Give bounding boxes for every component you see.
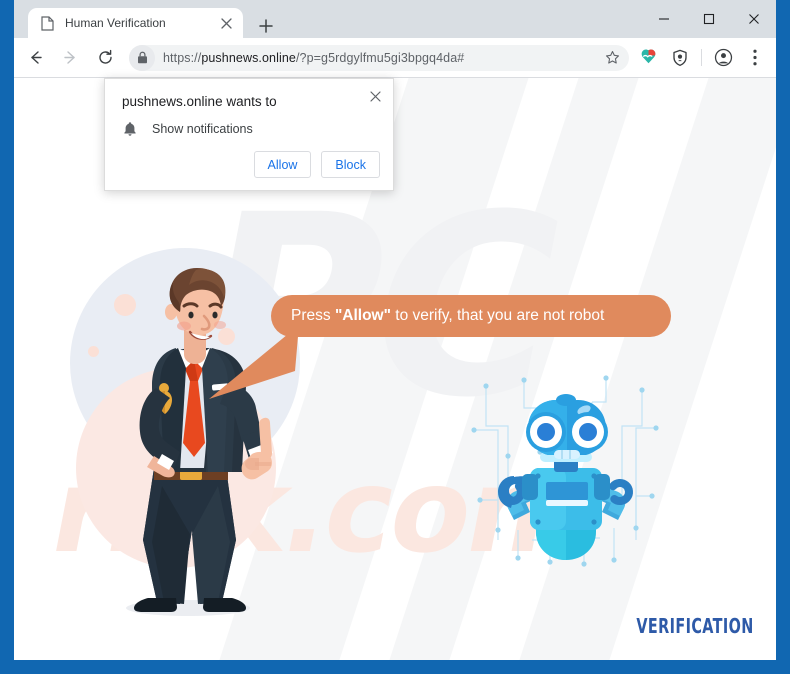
- title-bar: Human Verification: [14, 0, 776, 38]
- businessman-illustration: [126, 268, 273, 616]
- watermark-stripe-2: [389, 78, 639, 660]
- dialog-close-icon[interactable]: [365, 86, 385, 106]
- back-button[interactable]: [21, 44, 49, 72]
- window-controls: [641, 0, 776, 38]
- bubble-text-before: Press: [291, 307, 335, 324]
- block-button[interactable]: Block: [321, 151, 380, 178]
- toolbar-divider: [701, 49, 702, 66]
- bookmark-star-icon[interactable]: [599, 45, 625, 71]
- browser-window: Human Verification https://pushnews.onli…: [0, 0, 790, 674]
- new-tab-button[interactable]: [254, 14, 278, 38]
- robot-illustration: [471, 375, 659, 567]
- bell-icon: [122, 120, 138, 137]
- tab-close-icon[interactable]: [215, 12, 237, 34]
- watermark-stripe-3: [519, 78, 776, 660]
- speech-bubble: Press "Allow" to verify, that you are no…: [271, 295, 671, 337]
- bubble-text-emphasis: "Allow": [334, 307, 391, 324]
- verification-wordmark: VERIFICATION: [636, 614, 754, 638]
- url-path: /?p=g5rdgylfmu5gi3bpgq4da#: [295, 50, 465, 65]
- extension-icon[interactable]: [635, 45, 661, 71]
- allow-button[interactable]: Allow: [253, 151, 312, 178]
- browser-tab[interactable]: Human Verification: [28, 8, 243, 38]
- dialog-actions: Allow Block: [244, 151, 380, 178]
- tab-title: Human Verification: [65, 16, 166, 30]
- dialog-title: pushnews.online wants to: [122, 94, 277, 109]
- page-favicon-icon: [41, 15, 54, 31]
- speech-bubble-text: Press "Allow" to verify, that you are no…: [291, 307, 604, 325]
- lock-icon: [129, 44, 155, 71]
- notification-permission-dialog: pushnews.online wants to Show notificati…: [104, 78, 394, 191]
- maximize-button[interactable]: [686, 0, 731, 38]
- close-button[interactable]: [731, 0, 776, 38]
- forward-button: [56, 44, 84, 72]
- dialog-permission-row: Show notifications: [122, 120, 253, 137]
- address-bar[interactable]: https://pushnews.online/?p=g5rdgylfmu5gi…: [129, 44, 629, 71]
- dialog-permission-label: Show notifications: [152, 121, 253, 136]
- minimize-button[interactable]: [641, 0, 686, 38]
- reload-button[interactable]: [91, 44, 119, 72]
- shield-icon[interactable]: [667, 45, 693, 71]
- chrome-menu-icon[interactable]: [742, 45, 768, 71]
- profile-avatar-icon[interactable]: [710, 45, 736, 71]
- url-host: pushnews.online: [201, 50, 296, 65]
- browser-toolbar: https://pushnews.online/?p=g5rdgylfmu5gi…: [14, 38, 776, 78]
- url-text: https://pushnews.online/?p=g5rdgylfmu5gi…: [163, 51, 599, 65]
- bubble-text-after: to verify, that you are not robot: [390, 307, 605, 324]
- url-scheme: https://: [163, 50, 202, 65]
